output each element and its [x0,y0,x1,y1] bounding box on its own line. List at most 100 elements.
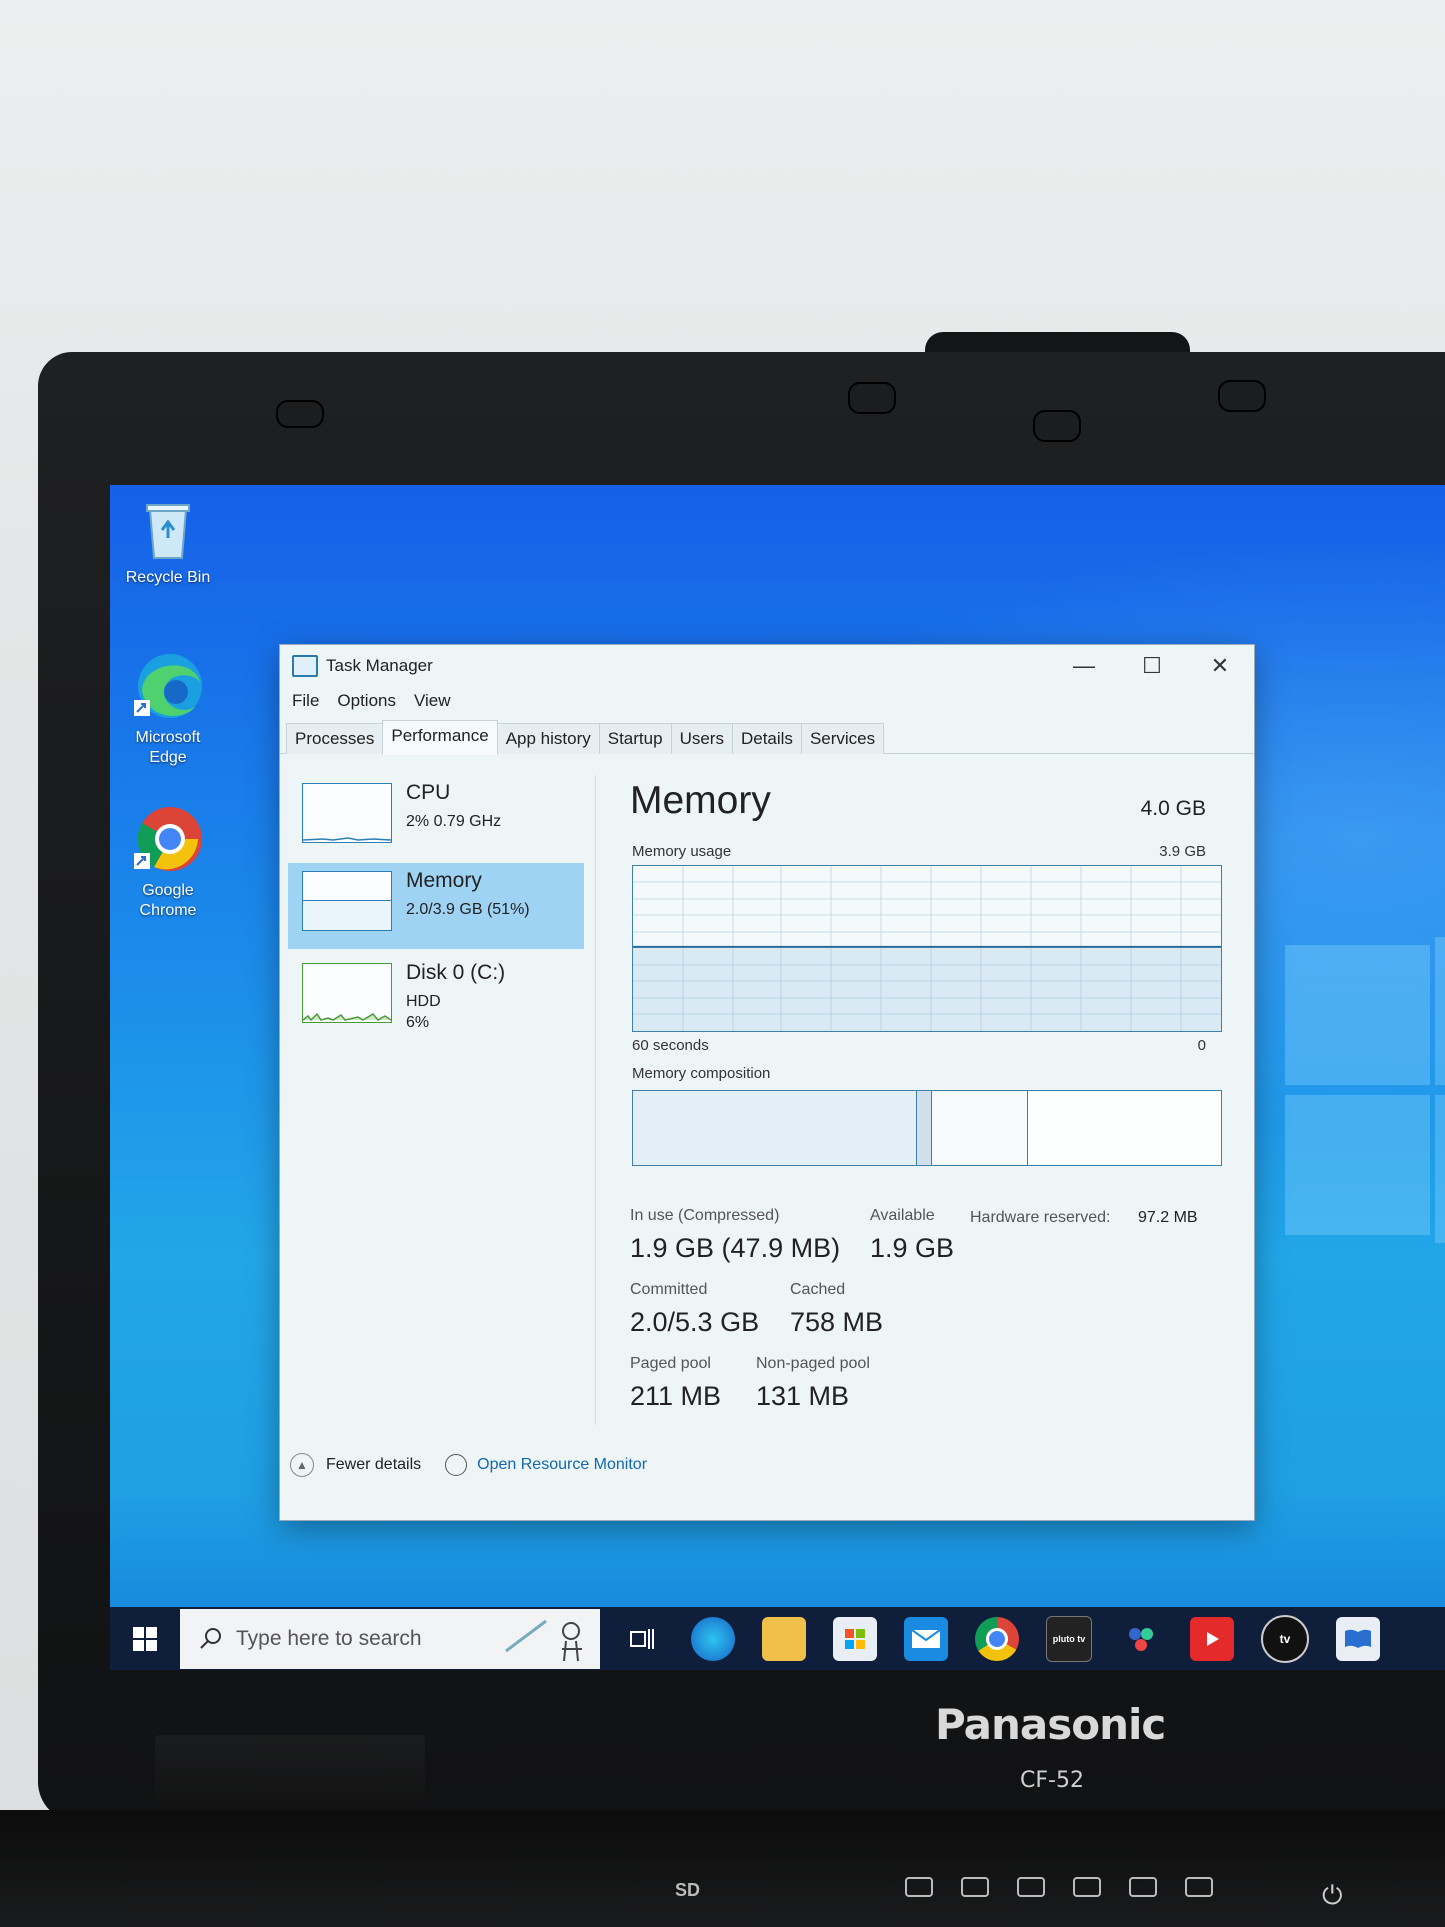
brand-logo: Panasonic [935,1700,1166,1749]
task-view-icon[interactable] [620,1617,664,1661]
available-label: Available [870,1207,935,1224]
paged-pool-value: 211 MB [630,1381,722,1411]
sticky-dots-icon[interactable] [1119,1617,1163,1661]
in-use-value: 1.9 GB (47.9 MB) [630,1233,841,1263]
cached-value: 758 MB [790,1307,884,1337]
desktop-icon-chrome[interactable]: Google Chrome [113,803,223,921]
tab-users[interactable]: Users [670,723,733,754]
minimize-button[interactable]: — [1050,645,1118,687]
composition-in-use [633,1091,917,1165]
non-paged-pool-value: 131 MB [756,1381,850,1411]
graph-x-left: 60 seconds [632,1037,709,1054]
bezel-button [1033,410,1081,442]
in-use-label: In use (Compressed) [630,1207,780,1224]
tab-startup[interactable]: Startup [598,723,672,754]
reader-icon[interactable] [1336,1616,1380,1661]
tab-performance[interactable]: Performance [382,720,498,755]
committed-label: Committed [630,1281,708,1298]
edge-icon [134,654,202,718]
memory-thumbnail-graph [302,871,392,931]
composition-label: Memory composition [632,1065,771,1082]
tab-app-history[interactable]: App history [496,723,600,754]
tv-app-icon[interactable]: tv [1261,1614,1309,1663]
search-icon [200,1627,221,1649]
cpu-thumbnail-graph [302,783,392,843]
menu-view[interactable]: View [414,691,451,711]
menu-file[interactable]: File [292,691,319,711]
indicator-icon [1073,1877,1101,1897]
committed-value: 2.0/5.3 GB [630,1307,760,1337]
task-manager-window: Task Manager — ☐ ✕ File Options View Pro… [280,645,1254,1520]
resource-item-disk[interactable]: Disk 0 (C:) HDD 6% [288,955,584,1041]
mail-icon[interactable] [904,1616,948,1661]
task-manager-icon [292,655,318,677]
composition-standby [932,1091,1028,1165]
fewer-details-link[interactable]: Fewer details [326,1456,421,1474]
resource-name: Disk 0 (C:) [406,961,506,984]
chevron-up-icon[interactable]: ▲ [290,1453,314,1477]
desktop-icon-label: Microsoft [135,729,201,746]
search-highlight-illustration-icon [505,1619,582,1661]
pluto-tv-icon[interactable]: pluto tv [1046,1615,1092,1662]
maximize-button[interactable]: ☐ [1118,645,1186,687]
desktop-icon-label: Google [142,882,194,899]
youtube-icon[interactable] [1190,1616,1234,1661]
title-bar[interactable]: Task Manager — ☐ ✕ [280,645,1254,687]
resource-detail: HDD 6% [406,991,441,1033]
bezel-button [848,382,896,414]
page-title: Memory [630,779,771,822]
menu-options[interactable]: Options [337,691,396,711]
resource-list: CPU 2% 0.79 GHz Memory 2.0/3.9 GB (51%) … [280,775,596,1425]
search-placeholder: Type here to search [236,1626,422,1650]
memory-composition-bar [632,1090,1222,1166]
indicator-icon [1129,1877,1157,1897]
edge-icon[interactable] [691,1616,735,1661]
available-value: 1.9 GB [870,1233,955,1263]
disk-usage: 6% [406,1014,430,1031]
file-explorer-icon[interactable] [762,1616,806,1661]
open-resource-monitor-link[interactable]: Open Resource Monitor [477,1456,647,1474]
tab-services[interactable]: Services [800,723,885,754]
start-button[interactable] [110,1607,180,1670]
non-paged-pool-label: Non-paged pool [756,1355,870,1372]
window-title: Task Manager [326,656,433,675]
usage-graph-label: Memory usage [632,843,732,860]
desktop-icon-label: Edge [149,749,187,766]
microsoft-store-icon[interactable] [833,1616,877,1661]
hw-reserved-label: Hardware reserved: [970,1209,1111,1226]
taskbar-search-box[interactable]: Type here to search [180,1608,600,1669]
resource-name: CPU [406,781,451,804]
laptop-base [0,1810,1445,1927]
memory-usage-grid [633,866,1221,1031]
desktop-icon-label: Recycle Bin [125,569,211,586]
resource-detail: 2% 0.79 GHz [406,813,502,830]
desktop-icon-recycle-bin[interactable]: Recycle Bin [113,500,223,588]
desktop-screen: Recycle Bin Microsoft Edge Google Chrome [110,485,1445,1670]
composition-modified [917,1091,932,1165]
tab-strip: Processes Performance App history Startu… [280,720,1254,755]
tab-processes[interactable]: Processes [286,723,384,754]
close-button[interactable]: ✕ [1186,645,1254,687]
resource-monitor-icon [445,1454,468,1476]
disk-thumbnail-graph [302,963,392,1023]
power-icon: ⏻ [1322,1880,1343,1910]
cached-label: Cached [790,1281,846,1298]
graph-x-right: 0 [1197,1037,1206,1054]
indicator-icon [905,1877,933,1897]
composition-free [1028,1091,1221,1165]
hw-reserved-value: 97.2 MB [1138,1209,1198,1226]
usage-graph-max: 3.9 GB [1159,843,1206,860]
indicator-icon [961,1877,989,1897]
desktop-icon-edge[interactable]: Microsoft Edge [113,650,223,768]
resource-item-memory[interactable]: Memory 2.0/3.9 GB (51%) [288,863,584,949]
resource-item-cpu[interactable]: CPU 2% 0.79 GHz [288,775,584,861]
chrome-icon[interactable] [975,1616,1019,1661]
windows-wallpaper-logo [1285,937,1445,1265]
bezel-button [1218,380,1266,412]
taskbar: Type here to search pluto tv tv [110,1607,1445,1670]
window-footer: ▲ Fewer details Open Resource Monitor [290,1453,647,1477]
tab-details[interactable]: Details [731,723,802,754]
windows-start-icon [133,1626,157,1651]
paged-pool-label: Paged pool [630,1355,711,1372]
desktop-icon-label: Chrome [139,902,197,919]
